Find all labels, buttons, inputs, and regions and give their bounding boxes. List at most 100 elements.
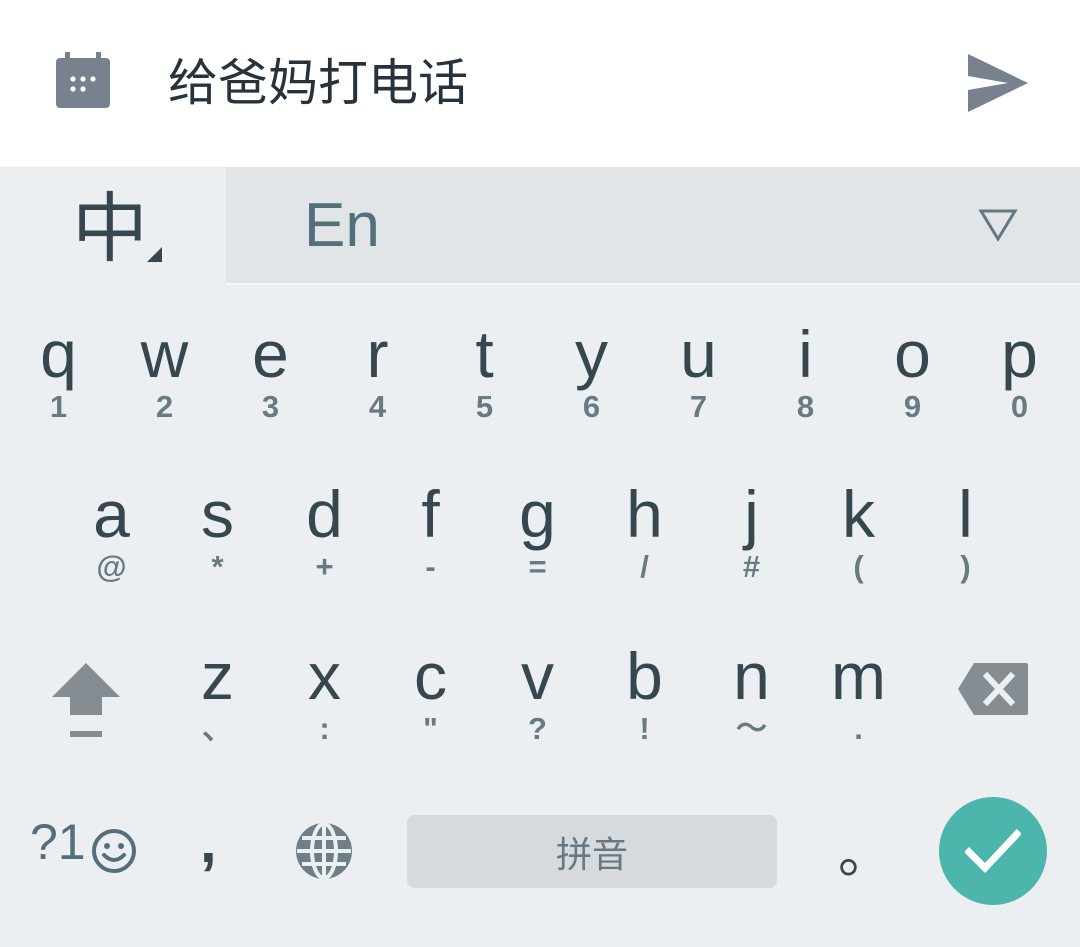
key-sub: 6 — [582, 389, 601, 424]
key-e[interactable]: e3 — [217, 319, 324, 425]
key-v[interactable]: v? — [484, 641, 591, 747]
key-main: f — [421, 477, 440, 551]
key-sub: ? — [528, 711, 547, 746]
key-z[interactable]: z、 — [164, 641, 271, 747]
key-b[interactable]: b! — [591, 641, 698, 747]
key-p[interactable]: p0 — [966, 319, 1073, 425]
key-sub: ( — [853, 549, 864, 584]
key-k[interactable]: k( — [805, 479, 912, 585]
key-w[interactable]: w2 — [111, 319, 218, 425]
key-r[interactable]: r4 — [324, 319, 431, 425]
key-y[interactable]: y6 — [538, 319, 645, 425]
task-input-bar: 给爸妈打电话 — [0, 0, 1080, 167]
key-sub: ! — [639, 711, 650, 746]
key-j[interactable]: j # — [698, 479, 805, 585]
key-sub: : — [319, 711, 330, 746]
key-f[interactable]: f- — [377, 479, 484, 585]
key-main: c — [414, 639, 447, 713]
key-main: i — [798, 317, 813, 391]
key-sub: * — [211, 549, 224, 584]
symbols-key[interactable]: ?1 — [30, 812, 86, 872]
key-sub: ～ — [736, 711, 767, 746]
key-sub: . — [854, 711, 863, 746]
key-main: q — [40, 317, 77, 391]
calendar-icon[interactable] — [54, 52, 112, 110]
key-sub: = — [528, 549, 547, 584]
key-main: a — [93, 477, 130, 551]
corner-triangle-icon — [147, 247, 162, 262]
key-x[interactable]: x: — [271, 641, 378, 747]
key-c[interactable]: c " — [377, 641, 484, 747]
key-h[interactable]: h / — [591, 479, 698, 585]
key-sub: ) — [960, 549, 971, 584]
key-main: n — [733, 639, 770, 713]
lang-chinese-label: 中 — [72, 184, 148, 273]
language-bar: 中 En — [0, 167, 1080, 285]
key-main: v — [521, 639, 554, 713]
checkmark-icon — [965, 829, 1021, 874]
key-u[interactable]: u7 — [645, 319, 752, 425]
backspace-icon[interactable] — [956, 661, 1030, 717]
key-sub: 9 — [903, 389, 922, 424]
key-s[interactable]: s * — [164, 479, 271, 585]
key-main: s — [201, 477, 234, 551]
lang-chinese-button[interactable]: 中 — [0, 167, 226, 285]
key-q[interactable]: q1 — [5, 319, 112, 425]
key-i[interactable]: i8 — [752, 319, 859, 425]
key-main: o — [894, 317, 931, 391]
key-l[interactable]: l) — [912, 479, 1019, 585]
key-main: h — [626, 477, 663, 551]
key-main: y — [575, 317, 608, 391]
key-main: x — [308, 639, 341, 713]
key-d[interactable]: d + — [271, 479, 378, 585]
key-g[interactable]: g = — [484, 479, 591, 585]
key-sub: @ — [96, 549, 127, 584]
key-sub: # — [742, 549, 761, 584]
key-main: p — [1001, 317, 1038, 391]
key-sub: 、 — [202, 711, 233, 746]
key-main: g — [519, 477, 556, 551]
key-sub: 2 — [155, 389, 174, 424]
key-a[interactable]: a @ — [58, 479, 165, 585]
lang-alternate-area: En — [226, 167, 1080, 285]
key-main: j — [744, 477, 759, 551]
key-main: u — [680, 317, 717, 391]
key-sub: 1 — [49, 389, 68, 424]
space-bar[interactable]: 拼音 — [407, 815, 777, 888]
key-main: d — [306, 477, 343, 551]
key-main: z — [201, 639, 234, 713]
key-main: k — [842, 477, 875, 551]
key-main: w — [140, 317, 189, 391]
key-t[interactable]: t5 — [431, 319, 538, 425]
key-sub: 5 — [475, 389, 494, 424]
task-text-input[interactable]: 给爸妈打电话 — [168, 50, 468, 116]
key-sub: 4 — [368, 389, 387, 424]
key-sub: " — [423, 711, 438, 746]
key-sub: / — [640, 549, 649, 584]
done-button[interactable] — [939, 797, 1047, 905]
key-main: l — [958, 477, 973, 551]
period-key[interactable]: 。 — [838, 819, 892, 889]
key-main: e — [252, 317, 289, 391]
key-sub: - — [425, 549, 436, 584]
key-main: t — [475, 317, 494, 391]
key-sub: 0 — [1010, 389, 1029, 424]
key-main: r — [366, 317, 389, 391]
key-sub: 3 — [261, 389, 280, 424]
key-main: m — [831, 639, 886, 713]
comma-key[interactable]: , — [200, 807, 217, 877]
key-sub: 7 — [689, 389, 708, 424]
key-main: b — [626, 639, 663, 713]
key-n[interactable]: n ～ — [698, 641, 805, 747]
key-m[interactable]: m. — [805, 641, 912, 747]
send-icon[interactable] — [966, 52, 1030, 114]
shift-icon[interactable] — [48, 657, 124, 743]
globe-icon[interactable] — [292, 819, 356, 883]
key-sub: 8 — [796, 389, 815, 424]
triangle-down-icon[interactable] — [978, 207, 1018, 243]
keyboard: 中 En q1 w2 e3 r4 t5 y6 u7 i8 o9 p0 a @ s *… — [0, 167, 1080, 947]
key-sub: + — [315, 549, 334, 584]
lang-english-button[interactable]: En — [304, 191, 380, 261]
emoji-icon[interactable] — [90, 827, 138, 875]
key-o[interactable]: o9 — [859, 319, 966, 425]
